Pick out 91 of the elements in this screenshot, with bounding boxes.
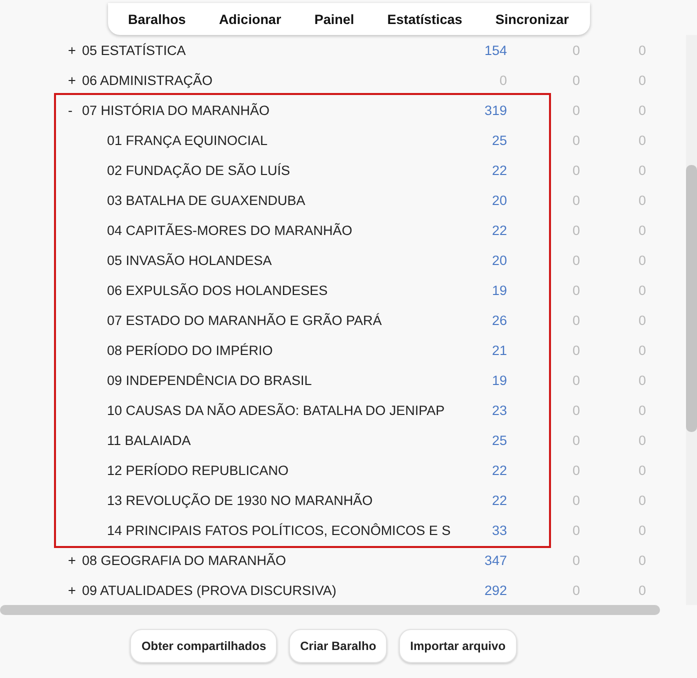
expand-toggle[interactable]: +	[66, 42, 82, 58]
count: 0	[637, 252, 646, 268]
deck-name[interactable]: 09 INDEPENDÊNCIA DO BRASIL	[107, 372, 312, 388]
count: 0	[637, 372, 646, 388]
deck-name[interactable]: 05 INVASÃO HOLANDESA	[107, 252, 272, 268]
count: 0	[637, 132, 646, 148]
count: 0	[637, 42, 646, 58]
expand-toggle[interactable]: +	[66, 582, 82, 598]
count: 0	[637, 102, 646, 118]
nav-tab[interactable]: Baralhos	[128, 12, 186, 26]
count: 19	[490, 372, 507, 388]
vertical-scrollbar[interactable]	[686, 35, 697, 605]
deck-name[interactable]: 08 PERÍODO DO IMPÉRIO	[107, 342, 273, 358]
count: 22	[490, 162, 507, 178]
count: 0	[571, 222, 580, 238]
count: 20	[490, 252, 507, 268]
count: 22	[490, 492, 507, 508]
count: 0	[571, 492, 580, 508]
count: 154	[483, 42, 507, 58]
count: 0	[637, 192, 646, 208]
deck-name[interactable]: 06 ADMINISTRAÇÃO	[82, 72, 213, 88]
count: 0	[571, 312, 580, 328]
count: 0	[637, 282, 646, 298]
deck-name[interactable]: 05 ESTATÍSTICA	[82, 42, 186, 58]
count: 0	[571, 42, 580, 58]
count: 347	[483, 552, 507, 568]
count: 0	[637, 432, 646, 448]
count: 0	[637, 342, 646, 358]
count: 0	[637, 222, 646, 238]
count: 22	[490, 462, 507, 478]
count: 19	[490, 282, 507, 298]
count: 0	[571, 402, 580, 418]
deck-name[interactable]: 11 BALAIADA	[107, 432, 191, 448]
count: 0	[571, 372, 580, 388]
nav-tab[interactable]: Painel	[314, 12, 354, 26]
count: 25	[490, 432, 507, 448]
count: 0	[637, 162, 646, 178]
count: 0	[571, 72, 580, 88]
deck-name[interactable]: 14 PRINCIPAIS FATOS POLÍTICOS, ECONÔMICOS E S	[107, 522, 451, 538]
deck-name[interactable]: 04 CAPITÃES-MORES DO MARANHÃO	[107, 222, 352, 238]
count: 20	[490, 192, 507, 208]
count: 0	[637, 72, 646, 88]
count: 0	[571, 552, 580, 568]
deck-name[interactable]: 07 HISTÓRIA DO MARANHÃO	[82, 102, 270, 118]
count: 0	[571, 462, 580, 478]
count: 0	[571, 522, 580, 538]
count: 0	[571, 132, 580, 148]
count: 0	[637, 522, 646, 538]
deck-name[interactable]: 01 FRANÇA EQUINOCIAL	[107, 132, 268, 148]
count: 0	[571, 342, 580, 358]
count: 0	[571, 192, 580, 208]
count: 0	[637, 552, 646, 568]
count: 33	[490, 522, 507, 538]
action-button[interactable]: Importar arquivo	[399, 629, 517, 663]
deck-name[interactable]: 08 GEOGRAFIA DO MARANHÃO	[82, 552, 286, 568]
count: 0	[571, 162, 580, 178]
count: 0	[498, 72, 507, 88]
nav-tab[interactable]: Estatísticas	[387, 12, 462, 26]
deck-name[interactable]: 12 PERÍODO REPUBLICANO	[107, 462, 289, 478]
count: 0	[571, 252, 580, 268]
deck-name[interactable]: 03 BATALHA DE GUAXENDUBA	[107, 192, 306, 208]
deck-name[interactable]: 13 REVOLUÇÃO DE 1930 NO MARANHÃO	[107, 492, 373, 508]
deck-name[interactable]: 02 FUNDAÇÃO DE SÃO LUÍS	[107, 162, 290, 178]
action-button[interactable]: Criar Baralho	[289, 629, 388, 663]
deck-name[interactable]: 10 CAUSAS DA NÃO ADESÃO: BATALHA DO JENIPAP	[107, 402, 445, 418]
nav-tab[interactable]: Adicionar	[218, 12, 282, 26]
count: 0	[571, 582, 580, 598]
count: 0	[637, 402, 646, 418]
count: 319	[483, 102, 507, 118]
deck-name[interactable]: 07 ESTADO DO MARANHÃO E GRÃO PARÁ	[107, 312, 382, 328]
count: 0	[571, 282, 580, 298]
count: 292	[483, 582, 507, 598]
deck-name[interactable]: 09 ATUALIDADES (PROVA DISCURSIVA)	[82, 582, 336, 598]
count: 0	[571, 432, 580, 448]
count: 26	[490, 312, 507, 328]
deck-name[interactable]: 06 EXPULSÃO DOS HOLANDESES	[107, 282, 328, 298]
count: 23	[490, 402, 507, 418]
expand-toggle[interactable]: -	[66, 102, 82, 118]
count: 0	[637, 492, 646, 508]
count: 0	[637, 462, 646, 478]
expand-toggle[interactable]: +	[66, 72, 82, 88]
action-button[interactable]: Obter compartilhados	[130, 629, 278, 663]
count: 22	[490, 222, 507, 238]
count: 0	[637, 312, 646, 328]
nav-tab[interactable]: Sincronizar	[495, 12, 569, 26]
count: 25	[490, 132, 507, 148]
horizontal-scrollbar[interactable]	[0, 605, 660, 615]
count: 21	[490, 342, 507, 358]
expand-toggle[interactable]: +	[66, 552, 82, 568]
count: 0	[637, 582, 646, 598]
count: 0	[571, 102, 580, 118]
